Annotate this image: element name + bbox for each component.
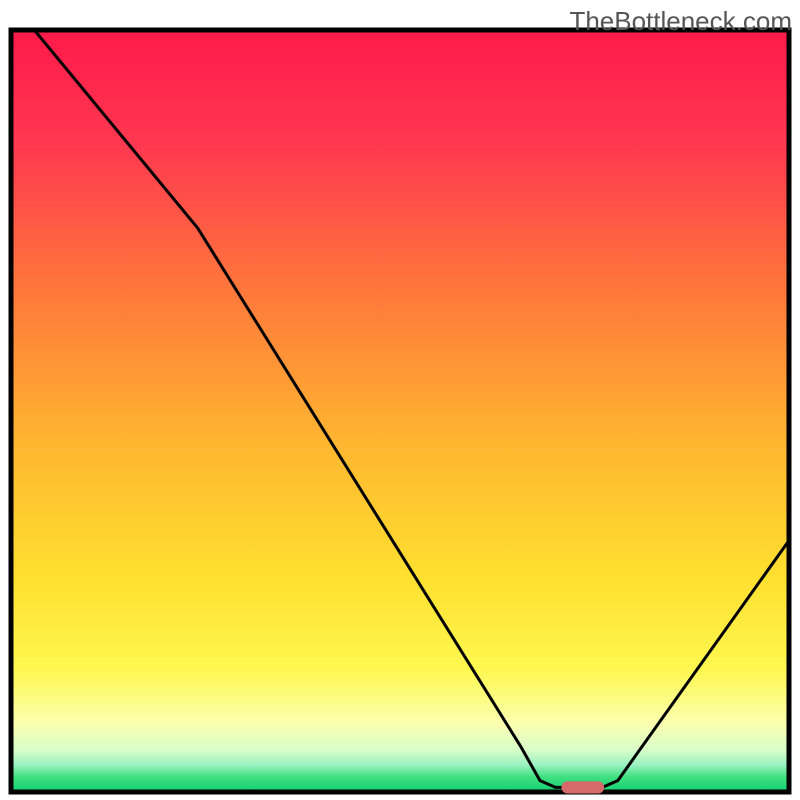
bottleneck-chart	[0, 0, 800, 800]
watermark-text: TheBottleneck.com	[569, 6, 792, 37]
chart-container: TheBottleneck.com	[0, 0, 800, 800]
minimum-marker	[561, 781, 604, 793]
